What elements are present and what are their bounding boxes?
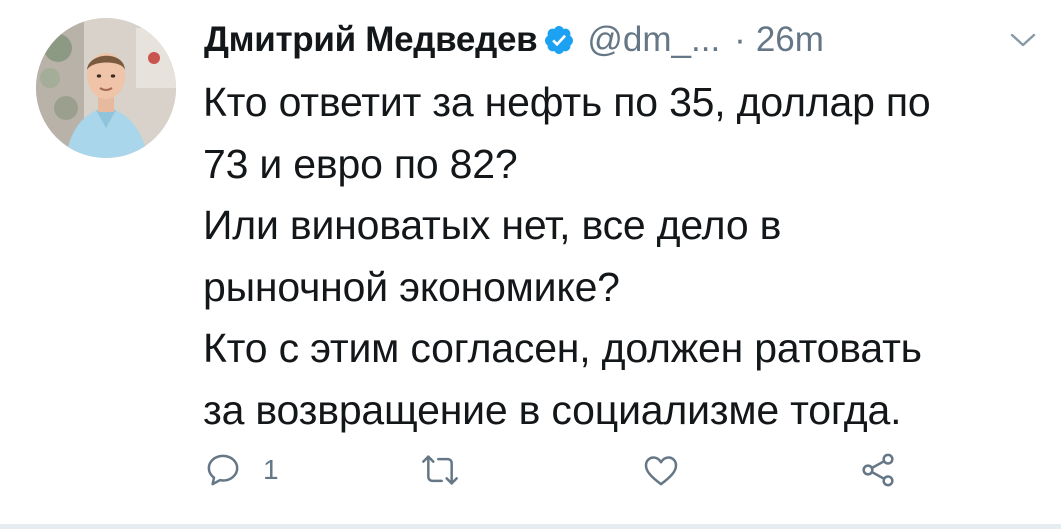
verified-badge-icon bbox=[543, 24, 575, 56]
tweet-header: Дмитрий Медведев @dm_... · 26m bbox=[204, 14, 824, 66]
share-icon bbox=[858, 450, 898, 490]
tweet-text-line: Кто с этим согласен, должен ратовать bbox=[203, 325, 922, 371]
separator-dot: · bbox=[734, 20, 746, 59]
handle[interactable]: @dm_... bbox=[587, 20, 720, 60]
display-name[interactable]: Дмитрий Медведев bbox=[204, 20, 538, 60]
avatar-photo bbox=[36, 18, 176, 158]
tweet-text-line: 73 и евро по 82? bbox=[203, 140, 518, 187]
share-button[interactable] bbox=[858, 448, 898, 492]
divider bbox=[0, 524, 1061, 529]
tweet-text-line: рыночной экономике? bbox=[203, 263, 620, 310]
timestamp[interactable]: 26m bbox=[756, 20, 824, 60]
like-icon bbox=[640, 450, 682, 490]
chevron-down-icon[interactable] bbox=[1008, 30, 1038, 50]
like-button[interactable] bbox=[640, 448, 682, 492]
tweet-text-line: за возвращение в социализме тогда. bbox=[203, 386, 902, 433]
action-bar: 1 bbox=[0, 448, 1061, 492]
tweet-text-line: Кто ответит за нефть по 35, доллар по bbox=[203, 79, 931, 125]
retweet-button[interactable] bbox=[418, 448, 462, 492]
retweet-icon bbox=[418, 450, 462, 490]
reply-icon bbox=[203, 450, 243, 490]
reply-count: 1 bbox=[263, 454, 279, 485]
avatar[interactable] bbox=[36, 18, 176, 158]
tweet-text: Кто ответит за нефть по 35, доллар по 73… bbox=[203, 72, 1043, 441]
tweet[interactable]: Дмитрий Медведев @dm_... · 26m Кто ответ… bbox=[0, 0, 1061, 524]
reply-button[interactable]: 1 bbox=[203, 448, 279, 492]
tweet-text-line: Или виноватых нет, все дело в bbox=[203, 202, 782, 248]
